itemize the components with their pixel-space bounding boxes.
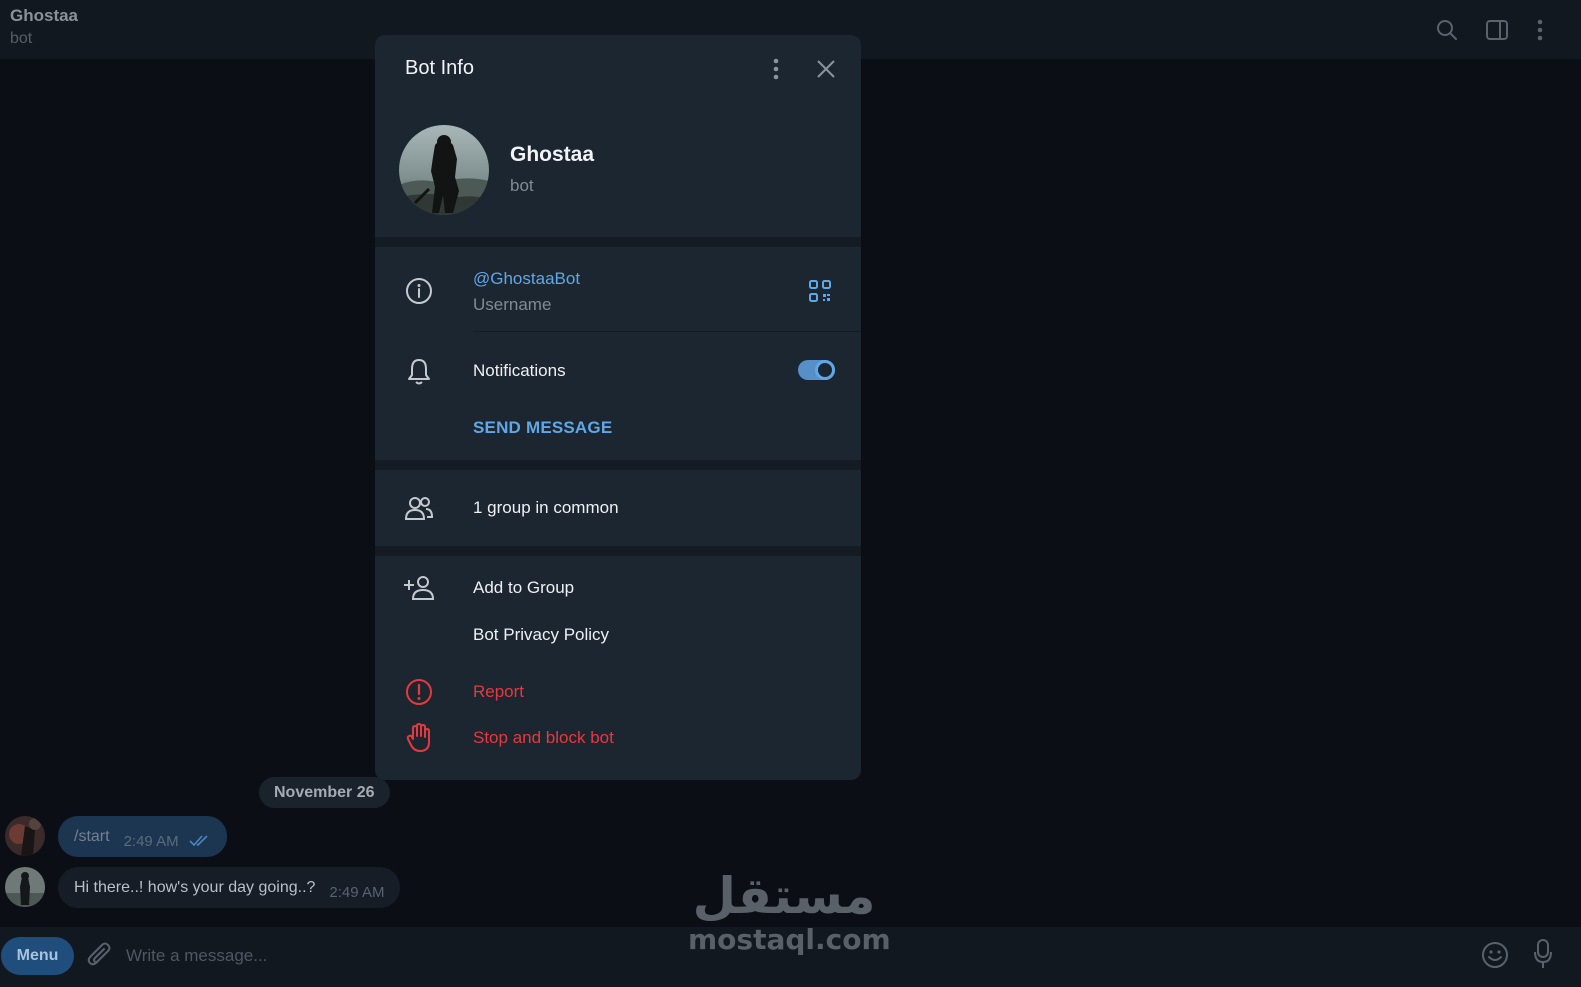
double-check-icon xyxy=(189,833,211,851)
add-user-icon xyxy=(403,572,435,604)
close-icon[interactable] xyxy=(812,55,840,83)
sidebar-toggle-icon[interactable] xyxy=(1481,14,1513,46)
avatar[interactable] xyxy=(5,867,45,907)
notifications-label: Notifications xyxy=(473,361,566,380)
watermark-latin: mostaql.com xyxy=(688,923,891,956)
chat-subtitle: bot xyxy=(10,30,33,47)
message-time: 2:49 AM xyxy=(123,833,179,850)
bot-username[interactable]: @GhostaaBot xyxy=(473,269,580,289)
bot-menu-button[interactable]: Menu xyxy=(1,937,74,975)
microphone-icon[interactable] xyxy=(1533,938,1553,975)
section-divider xyxy=(375,460,861,470)
avatar[interactable] xyxy=(5,816,45,856)
toggle-knob xyxy=(815,360,835,380)
bot-info-dialog: Bot Info Ghostaa bot @GhostaaBot Usernam… xyxy=(375,35,861,780)
group-icon xyxy=(403,492,435,524)
message-text: Hi there..! how's your day going..? xyxy=(74,878,316,896)
more-vertical-icon[interactable] xyxy=(1524,14,1556,46)
qr-code-icon[interactable] xyxy=(807,278,833,304)
info-icon xyxy=(403,275,435,307)
stop-and-block-button[interactable]: Stop and block bot xyxy=(473,728,614,748)
message-input[interactable] xyxy=(126,941,526,971)
watermark-arabic: مستقل xyxy=(692,867,876,925)
profile-subtitle: bot xyxy=(510,176,534,195)
report-button[interactable]: Report xyxy=(473,682,524,702)
paperclip-icon[interactable] xyxy=(86,940,114,975)
notifications-toggle[interactable] xyxy=(798,360,835,380)
bot-privacy-policy-link[interactable]: Bot Privacy Policy xyxy=(473,625,609,645)
search-icon[interactable] xyxy=(1431,14,1463,46)
message-bubble-incoming[interactable]: Hi there..! how's your day going..? 2:49… xyxy=(58,867,401,908)
section-divider xyxy=(375,546,861,556)
add-to-group-button[interactable]: Add to Group xyxy=(473,578,574,598)
message-time: 2:49 AM xyxy=(329,884,385,901)
bell-icon xyxy=(403,355,435,387)
emoji-icon[interactable] xyxy=(1480,940,1510,975)
groups-in-common-link[interactable]: 1 group in common xyxy=(473,498,619,518)
send-message-button[interactable]: SEND MESSAGE xyxy=(473,418,612,438)
date-separator: November 26 xyxy=(259,777,390,808)
username-label: Username xyxy=(473,295,552,314)
profile-photo[interactable] xyxy=(399,125,489,215)
section-divider xyxy=(375,237,861,247)
watermark-logo: مستقل mostaql.com xyxy=(688,867,891,956)
hand-stop-icon xyxy=(403,722,435,754)
more-vertical-icon[interactable] xyxy=(763,55,789,83)
dialog-title: Bot Info xyxy=(405,57,474,79)
profile-name: Ghostaa xyxy=(510,143,595,166)
message-text: /start xyxy=(74,827,110,845)
chat-title[interactable]: Ghostaa xyxy=(10,6,78,26)
row-divider xyxy=(473,331,861,332)
message-bubble-outgoing[interactable]: /start 2:49 AM xyxy=(58,816,227,857)
report-icon xyxy=(403,676,435,708)
